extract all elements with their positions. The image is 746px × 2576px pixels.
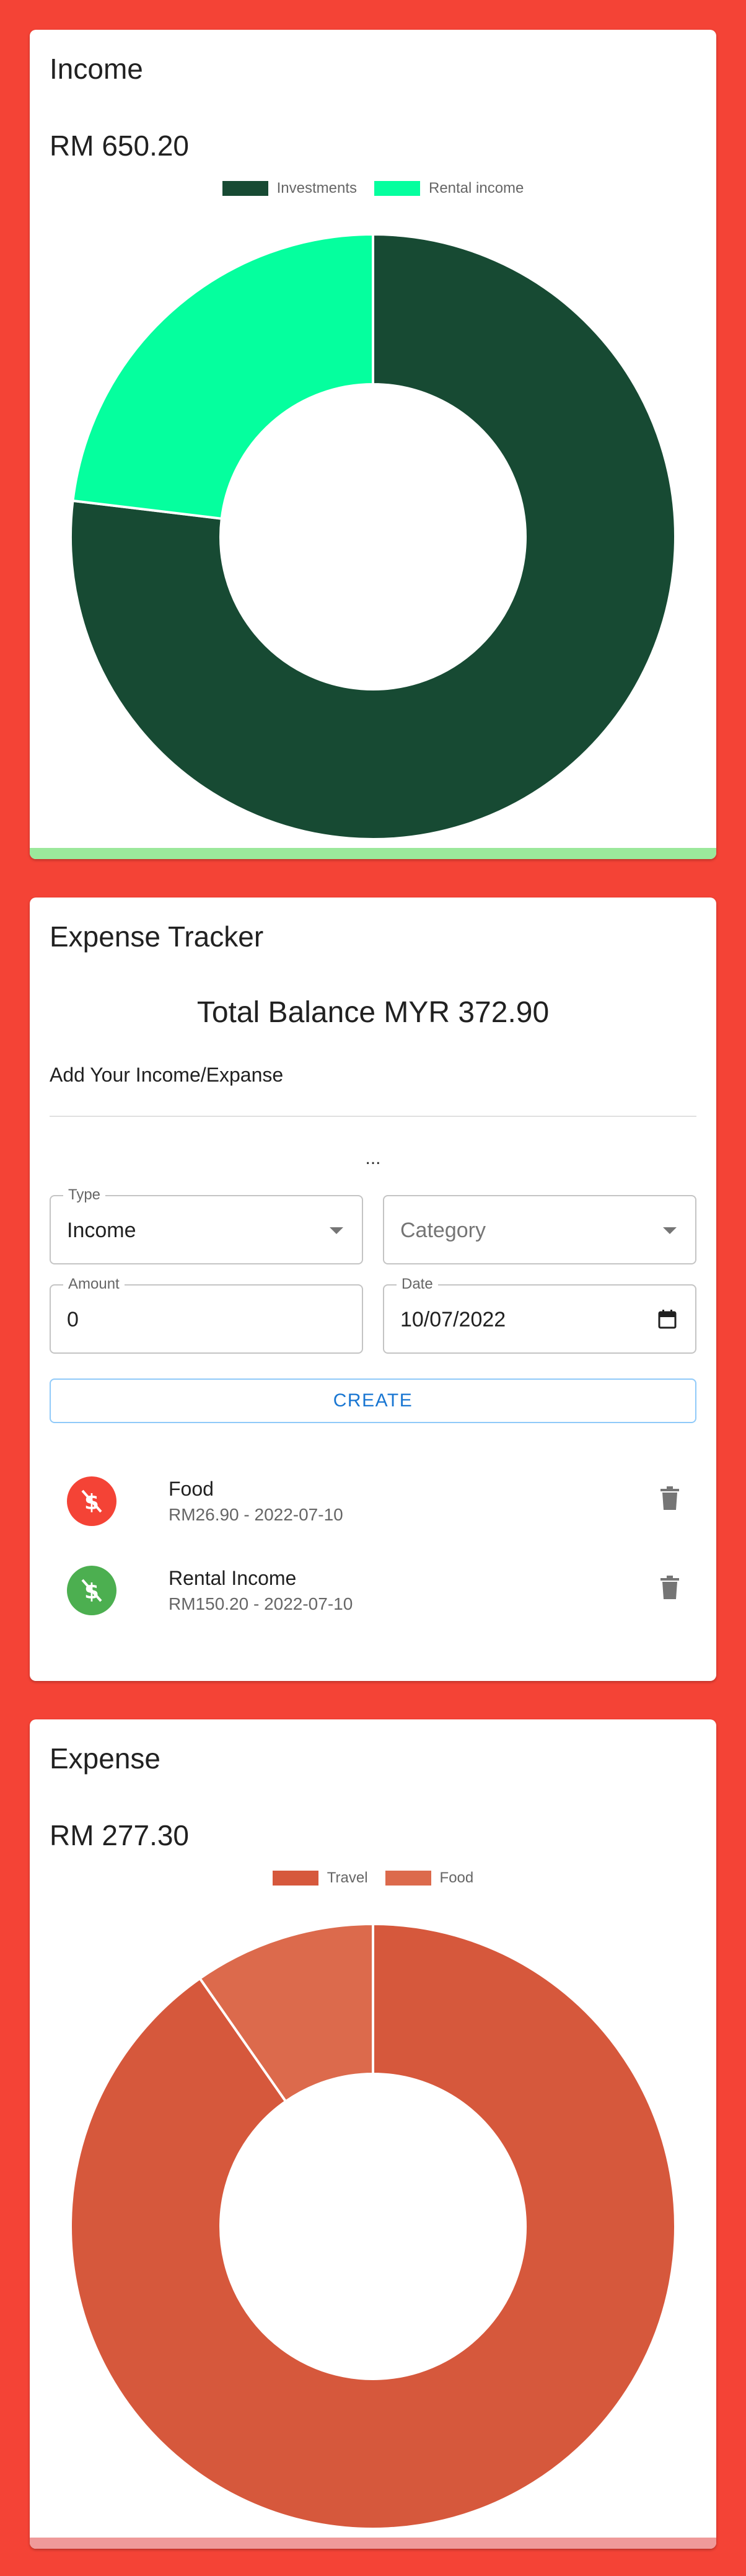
income-legend: Investments Rental income [30,180,716,197]
date-value: 10/07/2022 [400,1308,506,1331]
expense-legend: Travel Food [30,1869,716,1887]
money-off-icon: $ [81,1579,102,1604]
income-accent-bar [30,848,716,859]
legend-item[interactable]: Travel [272,1869,368,1887]
legend-swatch [222,181,268,196]
date-input[interactable]: Date 10/07/2022 [383,1276,696,1354]
total-balance: Total Balance MYR 372.90 [196,996,550,1029]
calendar-icon[interactable] [658,1309,677,1329]
transaction-item[interactable]: $ Food RM26.90 - 2022-07-10 [50,1462,696,1536]
divider [50,1116,696,1117]
legend-item[interactable]: Investments [222,180,357,197]
income-card-title: Income [50,53,143,85]
legend-swatch [374,181,420,196]
income-amount: RM 650.20 [50,130,190,162]
type-label: Type [63,1186,106,1204]
transaction-subtitle: RM26.90 - 2022-07-10 [169,1505,343,1524]
ellipsis-text: ... [365,1148,381,1168]
income-card: Income RM 650.20 Investments Rental incom… [30,30,716,859]
expense-amount: RM 277.30 [50,1819,190,1851]
amount-input[interactable]: Amount 0 [50,1276,363,1354]
expense-tracker-card: Expense Tracker Total Balance MYR 372.90… [30,898,716,1681]
legend-item[interactable]: Rental income [374,180,524,197]
add-income-expense-heading: Add Your Income/Expanse [50,1064,284,1086]
delete-icon[interactable] [660,1486,679,1510]
expense-donut-chart [69,1922,677,2530]
amount-value: 0 [67,1308,79,1331]
caret-down-icon [330,1227,343,1234]
transaction-avatar: $ [67,1476,116,1526]
transaction-avatar: $ [67,1566,116,1615]
transaction-subtitle: RM150.20 - 2022-07-10 [169,1594,353,1613]
amount-label: Amount [63,1276,125,1293]
caret-down-icon [663,1227,677,1234]
expense-card-title: Expense [50,1742,161,1775]
date-label: Date [397,1276,438,1293]
income-donut-chart [69,232,677,840]
legend-label: Investments [276,180,357,196]
legend-label: Food [439,1869,474,1886]
transaction-title: Food [169,1478,214,1500]
type-select[interactable]: Type Income [50,1186,363,1264]
expense-card: Expense RM 277.30 Travel Food [30,1719,716,2549]
transaction-title: Rental Income [169,1567,297,1589]
money-off-icon: $ [81,1489,102,1515]
create-button[interactable]: CREATE [50,1378,696,1423]
type-value: Income [67,1219,136,1242]
legend-item[interactable]: Food [385,1869,474,1887]
category-placeholder: Category [400,1219,486,1242]
tracker-title: Expense Tracker [50,920,264,953]
delete-icon[interactable] [660,1576,679,1599]
legend-swatch [385,1871,431,1886]
legend-label: Rental income [428,180,524,196]
category-select[interactable]: Category [383,1195,696,1264]
legend-label: Travel [327,1869,368,1886]
transaction-item[interactable]: $ Rental Income RM150.20 - 2022-07-10 [50,1551,696,1625]
legend-swatch [272,1871,318,1886]
expense-accent-bar [30,2538,716,2549]
donut-slice-rental-income[interactable] [71,232,374,520]
